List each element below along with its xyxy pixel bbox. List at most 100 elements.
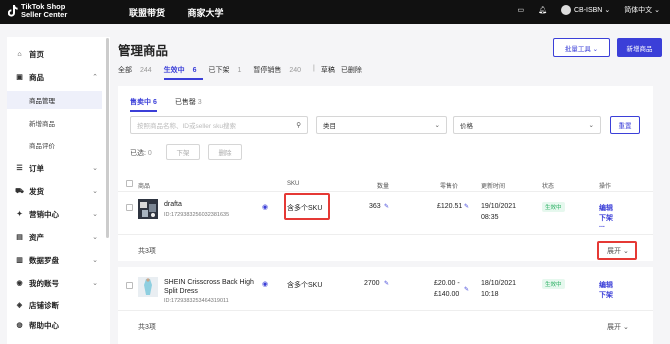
col-product: 商品 <box>138 184 151 190</box>
nav-affiliate[interactable]: 联盟带货 <box>129 8 165 18</box>
sidebar-item-manage-products[interactable]: 商品管理 <box>7 91 102 109</box>
sidebar-item-marketing[interactable]: ✦ 营销中心 ⌄ <box>7 205 110 223</box>
edit-price-icon[interactable]: ✎ <box>464 203 469 210</box>
home-icon: ⌂ <box>17 50 22 58</box>
edit-price-icon[interactable]: ✎ <box>464 286 469 293</box>
edit-link[interactable]: 编辑 <box>599 280 613 290</box>
reset-button[interactable]: 重置 <box>610 116 640 134</box>
account-menu[interactable]: CB-ISBN ⌄ <box>560 5 610 15</box>
col-actions: 操作 <box>599 184 612 190</box>
page-title: 管理商品 <box>118 44 169 58</box>
sidebar-item-label: 首页 <box>29 49 44 59</box>
product-thumbnail[interactable] <box>138 277 158 297</box>
status-badge: 生效中 <box>542 279 565 289</box>
sidebar-item-help-center[interactable]: ◍ 帮助中心 <box>7 316 110 334</box>
add-product-button[interactable]: 新增商品 <box>617 38 662 57</box>
sidebar-item-shop-diagnosis[interactable]: ◈ 店铺诊断 <box>7 296 110 314</box>
expand-label: 展开 <box>607 324 621 331</box>
tab-count: 240 <box>289 67 301 74</box>
price-range-max: £140.00 <box>434 291 460 298</box>
tab-label: 已下架 <box>208 67 230 74</box>
tab-suspended[interactable]: 暂停销售 240 <box>253 65 307 80</box>
bell-icon[interactable]: 🔔︎ <box>538 6 547 14</box>
price-value: £120.51 <box>437 203 463 210</box>
sidebar-item-data-compass[interactable]: ▥ 数据罗盘 ⌄ <box>7 251 110 269</box>
sidebar-item-products[interactable]: ▣ 商品 ⌃ <box>7 68 110 86</box>
selected-value: 0 <box>147 150 152 157</box>
row-checkbox[interactable] <box>126 282 133 289</box>
diagnose-icon: ◈ <box>16 302 23 309</box>
sidebar-item-home[interactable]: ⌂ 首页 <box>7 45 110 63</box>
delist-button[interactable]: 下架 <box>166 144 200 160</box>
message-icon[interactable]: ▭ <box>517 6 524 14</box>
search-input[interactable]: 按照商品名称、ID或seller sku搜索 ⚲ <box>130 116 308 134</box>
price-label: 价格 <box>460 123 473 130</box>
language-selector[interactable]: 简体中文 ⌄ <box>624 5 660 15</box>
select-all-checkbox[interactable] <box>126 180 133 187</box>
product-name[interactable]: drafta <box>164 201 182 208</box>
row-divider <box>118 310 653 311</box>
more-actions-link[interactable]: ... <box>599 222 605 229</box>
eye-icon[interactable]: ◉ <box>262 203 268 211</box>
sidebar-item-finance[interactable]: ▤ 资产 ⌄ <box>7 228 110 246</box>
nav-university[interactable]: 商家大学 <box>188 8 224 18</box>
price-range-min: £20.00 - <box>434 280 460 287</box>
sidebar-scrollbar[interactable] <box>106 38 109 238</box>
price-select[interactable]: 价格 ⌄ <box>453 116 601 134</box>
sku-summary[interactable]: 含多个SKU <box>287 280 322 290</box>
batch-tools-button[interactable]: 批量工具 ⌄ <box>553 38 610 57</box>
col-status: 状态 <box>542 184 555 190</box>
top-bar: TikTok Shop Seller Center 联盟带货 商家大学 ▭ 🔔︎… <box>0 0 670 24</box>
subtab-sold-out[interactable]: 已售罄 3 <box>175 97 202 112</box>
expand-toggle[interactable]: 展开 ⌄ <box>607 322 629 332</box>
edit-link[interactable]: 编辑 <box>599 203 613 213</box>
product-name[interactable]: SHEIN Crisscross Back High Split Dress <box>164 278 256 296</box>
product-thumbnail[interactable] <box>138 199 158 219</box>
sidebar-item-label: 数据罗盘 <box>29 255 59 265</box>
sidebar-item-my-account[interactable]: ◉ 我的账号 ⌄ <box>7 274 110 292</box>
selected-count: 已选: 0 <box>130 148 152 158</box>
selected-label: 已选: <box>130 150 146 157</box>
search-icon[interactable]: ⚲ <box>296 121 301 129</box>
subtab-on-sale[interactable]: 售卖中 6 <box>130 97 157 112</box>
table-header: 商品 SKU 数量 零售价 更新时间 状态 操作 <box>118 176 653 192</box>
tab-drafts[interactable]: 草稿 <box>321 65 335 80</box>
tiktok-shop-logo[interactable]: TikTok Shop Seller Center <box>8 3 67 19</box>
row-divider <box>118 234 653 235</box>
chevron-down-icon: ⌄ <box>92 188 98 195</box>
status-badge: 生效中 <box>542 202 565 212</box>
sidebar-item-add-product[interactable]: 新增商品 <box>7 114 102 132</box>
shipping-icon: ⛟ <box>15 187 24 195</box>
tab-label: 全部 <box>118 67 132 74</box>
expand-highlight-box <box>597 241 637 260</box>
sidebar-item-label: 店铺诊断 <box>29 300 59 310</box>
sidebar-item-shipping[interactable]: ⛟ 发货 ⌄ <box>7 182 110 200</box>
sidebar-item-product-reviews[interactable]: 商品评价 <box>7 136 102 154</box>
row-checkbox[interactable] <box>126 204 133 211</box>
data-icon: ▥ <box>16 257 23 264</box>
col-quantity: 数量 <box>377 184 390 190</box>
sidebar-item-label: 商品 <box>29 72 44 82</box>
tab-deleted[interactable]: 已删除 <box>341 65 362 80</box>
category-label: 类目 <box>323 123 336 130</box>
edit-quantity-icon[interactable]: ✎ <box>384 203 389 210</box>
category-select[interactable]: 类目 ⌄ <box>316 116 447 134</box>
language-label: 简体中文 <box>624 7 653 14</box>
avatar <box>560 5 571 15</box>
delist-link[interactable]: 下架 <box>599 290 613 300</box>
tab-active[interactable]: 生效中 6 <box>163 65 203 80</box>
top-nav: 联盟带货 商家大学 <box>129 6 244 19</box>
product-id: ID:1729383256032381635 <box>164 212 230 218</box>
delete-button[interactable]: 删除 <box>208 144 242 160</box>
chevron-down-icon: ⌄ <box>92 280 98 287</box>
sidebar-item-label: 资产 <box>29 232 44 242</box>
status-tabs: 全部 244 生效中 6 已下架 1 暂停销售 240 | 草稿 已删除 <box>118 65 368 80</box>
tab-all[interactable]: 全部 244 <box>118 65 158 80</box>
tab-label: 生效中 <box>163 67 185 74</box>
tab-delisted[interactable]: 已下架 1 <box>209 65 248 80</box>
eye-icon[interactable]: ◉ <box>262 280 268 288</box>
tiktok-logo-icon <box>8 5 18 17</box>
chevron-down-icon: ⌄ <box>622 324 629 331</box>
sidebar-item-orders[interactable]: ☰ 订单 ⌄ <box>7 159 110 177</box>
edit-quantity-icon[interactable]: ✎ <box>384 280 389 287</box>
